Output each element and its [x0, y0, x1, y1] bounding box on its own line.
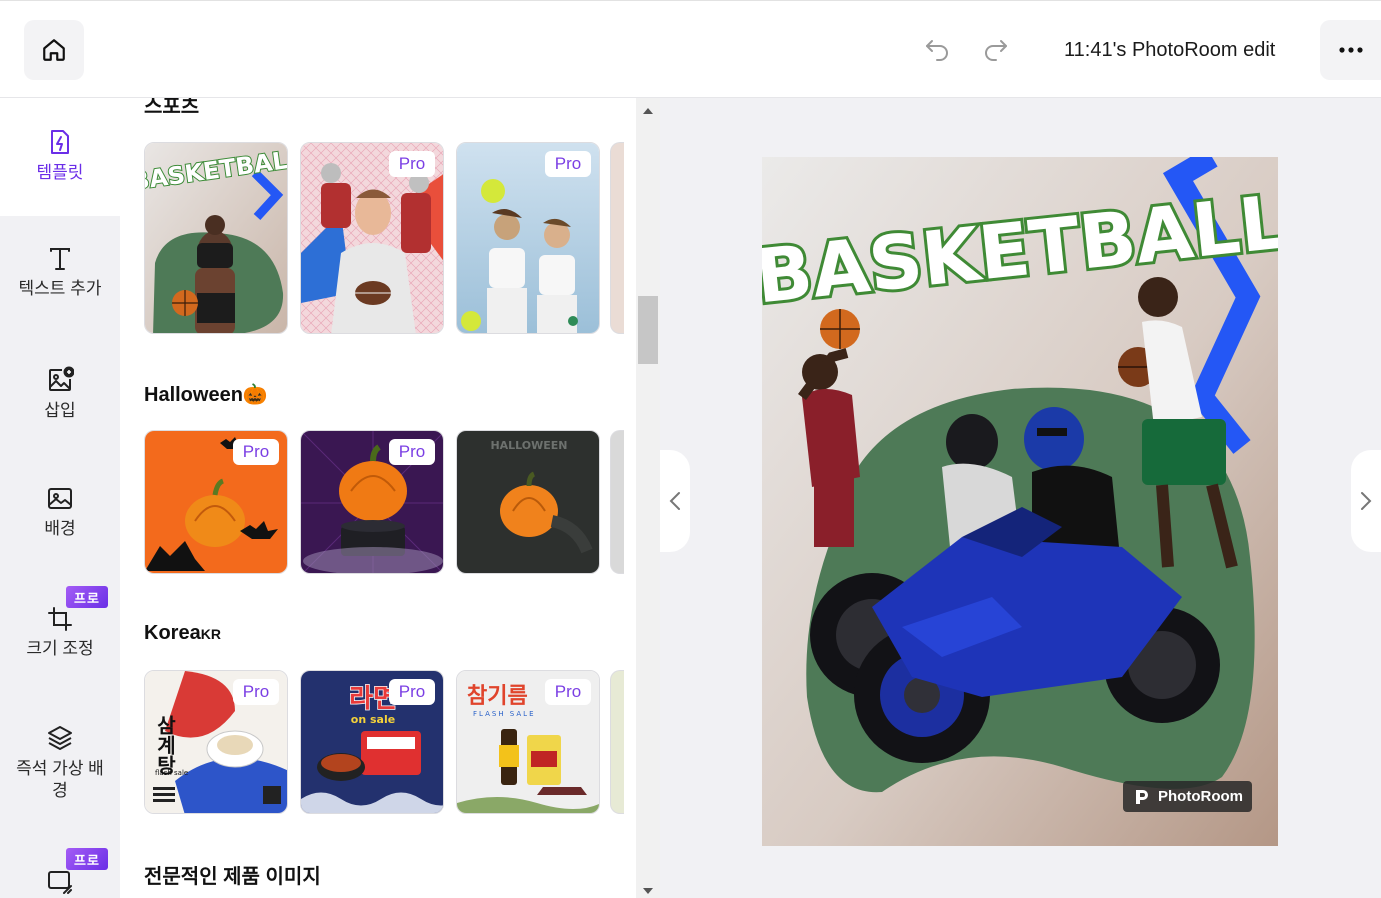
section-title-halloween: Halloween🎃 [144, 384, 268, 406]
nav-item-label: 배경 [44, 519, 76, 538]
text-icon [50, 248, 70, 270]
template-thumbnail[interactable]: Pro [300, 430, 444, 574]
canvas-area: BASKETBALL PhotoRoom [660, 98, 1381, 898]
photoroom-watermark[interactable]: PhotoRoom [1123, 781, 1252, 812]
pro-badge: 프로 [66, 586, 108, 608]
template-subtext: FLASH SALE [473, 710, 536, 718]
section-title-korea: KoreaKR [144, 622, 221, 645]
template-thumbnail-partial[interactable] [610, 670, 624, 814]
nav-item-label: 크기 조정 [26, 639, 94, 658]
pro-badge: Pro [233, 679, 279, 705]
nav-item-label: 템플릿 [36, 163, 84, 182]
section-title-suffix: KR [200, 626, 221, 642]
redo-icon [985, 40, 1007, 61]
watermark-text: PhotoRoom [1158, 788, 1243, 805]
pro-badge: Pro [389, 439, 435, 465]
nav-item-resize[interactable]: 프로 크기 조정 [0, 586, 120, 686]
template-thumbnail[interactable]: 참기름 FLASH SALE Pro [456, 670, 600, 814]
templates-panel[interactable]: 스포츠 BASKETBALL Pro Pro Halloween🎃 Pro Pr… [120, 98, 636, 898]
photoroom-logo-icon [1136, 789, 1148, 804]
template-thumbnail[interactable]: HALLOWEEN [456, 430, 600, 574]
section-title-product-images: 전문적인 제품 이미지 [144, 866, 321, 888]
scroll-down-arrow-icon[interactable] [643, 888, 653, 894]
chevron-left-icon [669, 492, 680, 510]
nav-item-templates[interactable]: 템플릿 [0, 98, 120, 216]
layers-icon [48, 726, 72, 750]
nav-item-label: 즉석 가상 배경 [16, 759, 104, 800]
template-thumbnail[interactable]: 삼계탕 flash sale Pro [144, 670, 288, 814]
scroll-up-arrow-icon[interactable] [643, 108, 653, 114]
pro-badge: Pro [545, 151, 591, 177]
pro-badge: Pro [389, 679, 435, 705]
nav-item-label: 텍스트 추가 [18, 279, 102, 298]
template-thumbnail[interactable]: Pro [300, 142, 444, 334]
home-button[interactable] [24, 20, 84, 80]
template-thumbnail[interactable]: 라면 on sale Pro [300, 670, 444, 814]
home-icon [43, 39, 65, 61]
section-title-sports: 스포츠 [144, 98, 200, 118]
redo-button[interactable] [981, 34, 1011, 64]
nav-item-label: 삽입 [44, 401, 76, 420]
section-title-text: Korea [144, 622, 201, 644]
scrollbar-thumb[interactable] [638, 296, 658, 364]
template-thumbnail-partial[interactable] [610, 142, 624, 334]
document-title[interactable]: 11:41's PhotoRoom edit [1064, 39, 1275, 62]
insert-image-icon [49, 366, 74, 391]
undo-icon [926, 40, 948, 61]
template-thumbnail[interactable]: Pro [456, 142, 600, 334]
nav-item-insert[interactable]: 삽입 [0, 366, 120, 422]
template-thumbnail[interactable]: Pro [144, 430, 288, 574]
pro-badge: Pro [389, 151, 435, 177]
nav-item-instant-background[interactable]: 즉석 가상 배경 [0, 724, 120, 802]
left-toolbar: 템플릿 텍스트 추가 삽입 배경 프로 크기 조정 즉석 가상 배경 프로 [0, 98, 120, 898]
pro-badge: 프로 [66, 848, 108, 870]
top-bar: 11:41's PhotoRoom edit [0, 0, 1381, 98]
template-text: HALLOWEEN [490, 439, 567, 452]
more-horizontal-icon [1338, 47, 1363, 53]
panel-scrollbar[interactable] [636, 98, 660, 898]
template-text: 참기름 [467, 684, 528, 709]
background-icon [48, 488, 72, 509]
template-icon [51, 130, 69, 154]
nav-item-background[interactable]: 배경 [0, 486, 120, 540]
chevron-right-icon [1361, 492, 1372, 510]
poster-canvas[interactable]: BASKETBALL PhotoRoom [762, 157, 1278, 846]
more-options-button[interactable] [1320, 20, 1381, 80]
undo-button[interactable] [922, 34, 952, 64]
nav-item-more-tool[interactable]: 프로 [0, 848, 120, 898]
expand-right-panel-button[interactable] [1351, 450, 1381, 552]
nav-item-add-text[interactable]: 텍스트 추가 [0, 246, 120, 300]
template-thumbnail[interactable]: BASKETBALL [144, 142, 288, 334]
template-subtext: flash sale [155, 769, 188, 777]
pro-badge: Pro [545, 679, 591, 705]
resize-icon [48, 871, 72, 894]
template-thumbnail-partial[interactable] [610, 430, 624, 574]
pro-badge: Pro [233, 439, 279, 465]
crop-icon [48, 607, 72, 631]
template-subtext: on sale [351, 713, 395, 726]
collapse-left-panel-button[interactable] [660, 450, 690, 552]
template-text: 삼계탕 [153, 715, 177, 775]
